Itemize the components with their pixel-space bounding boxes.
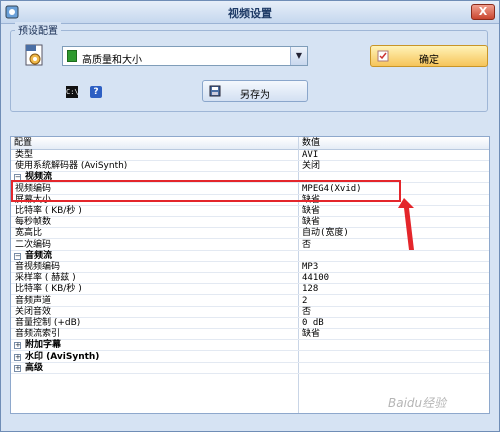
grid-row[interactable]: 采样率 ( 赫兹 ) 44100 [11, 273, 489, 285]
grid-row[interactable]: 使用系统解码器 (AviSynth) 关闭 [11, 161, 489, 173]
grid-row-name: 使用系统解码器 (AviSynth) [15, 161, 128, 172]
grid-row-value[interactable]: 自动(宽度) [302, 228, 349, 239]
grid-section-row[interactable]: + 附加字幕 [11, 340, 489, 352]
preset-icon [67, 50, 77, 62]
avi-file-icon [25, 44, 43, 66]
grid-row[interactable]: 音频声道 2 [11, 296, 489, 307]
grid-row-name: 音频流索引 [15, 329, 61, 340]
grid-row[interactable]: 音量控制 (+dB) 0 dB [11, 318, 489, 329]
save-as-button[interactable]: 另存为 [202, 80, 308, 102]
grid-row-name: 每秒帧数 [15, 217, 52, 228]
grid-row[interactable]: 比特率 ( KB/秒 ) 128 [11, 284, 489, 296]
grid-row-name: 音量控制 (+dB) [15, 318, 81, 328]
grid-section-row[interactable]: − 音频流 [11, 251, 489, 262]
grid-row-name: 附加字幕 [25, 340, 62, 351]
grid-row-name: 采样率 ( 赫兹 ) [15, 273, 76, 284]
grid-row-name: 水印 (AviSynth) [25, 351, 100, 362]
red-arrow-annotation [398, 198, 414, 250]
expand-icon[interactable]: + [14, 342, 21, 350]
grid-row-value[interactable]: AVI [302, 150, 318, 161]
window-title: 视频设置 [228, 7, 272, 20]
grid-row-name: 宽高比 [15, 228, 43, 239]
grid-section-row[interactable]: + 高级 [11, 363, 489, 374]
grid-row[interactable]: 音频流索引 缺省 [11, 329, 489, 341]
column-header-value[interactable]: 数值 [299, 137, 489, 149]
grid-header: 配置 数值 [11, 137, 489, 150]
chevron-down-icon[interactable]: ▼ [290, 47, 307, 65]
preset-legend: 预设配置 [15, 22, 61, 37]
grid-row-value[interactable]: 关闭 [302, 161, 320, 172]
grid-row-name: 比特率 ( KB/秒 ) [15, 284, 82, 295]
grid-row[interactable]: 关闭音效 否 [11, 307, 489, 318]
grid-row-value[interactable]: 缺省 [302, 217, 320, 228]
grid-row-name: 高级 [25, 362, 44, 373]
grid-row-name: 二次编码 [15, 239, 52, 250]
grid-row-value[interactable]: 2 [302, 296, 307, 307]
help-icon[interactable]: ? [90, 86, 102, 98]
grid-row-name: 音频声道 [15, 295, 52, 306]
grid-row-value[interactable]: 缺省 [302, 329, 320, 340]
title-bar[interactable]: 视频设置 X [1, 1, 499, 24]
grid-row-value[interactable]: MP3 [302, 262, 318, 273]
collapse-icon[interactable]: − [14, 252, 21, 260]
grid-row-value[interactable]: 44100 [302, 273, 329, 284]
save-as-label: 另存为 [240, 90, 270, 101]
preset-select[interactable]: 高质量和大小 ▼ [62, 46, 308, 66]
ok-button[interactable]: 确定 [370, 45, 488, 67]
grid-row-value[interactable]: 缺省 [302, 206, 320, 217]
grid-section-row[interactable]: + 水印 (AviSynth) [11, 352, 489, 363]
command-line-icon[interactable]: C:\ [66, 86, 79, 98]
grid-row-value[interactable]: 否 [302, 307, 311, 318]
preset-selected-value: 高质量和大小 [82, 55, 142, 66]
grid-row-name: 音视频编码 [15, 262, 61, 272]
grid-row-name: 关闭音效 [15, 306, 52, 317]
grid-row[interactable]: 音视频编码 MP3 [11, 262, 489, 273]
close-button[interactable]: X [471, 4, 495, 20]
grid-row-value[interactable]: 128 [302, 284, 318, 295]
watermark: Baidu经验 [388, 396, 447, 410]
ok-button-label: 确定 [419, 55, 439, 66]
highlight-box [11, 180, 401, 202]
grid-row-name: 比特率 ( KB/秒 ) [15, 206, 82, 216]
expand-icon[interactable]: + [14, 364, 21, 372]
grid-row-value[interactable]: 0 dB [302, 318, 324, 329]
grid-row-value[interactable]: 否 [302, 240, 311, 251]
grid-row-name: 音频流 [25, 250, 53, 261]
grid-row[interactable]: 类型 AVI [11, 150, 489, 161]
expand-icon[interactable]: + [14, 353, 21, 361]
settings-grid[interactable]: 配置 数值 类型 AVI 使用系统解码器 (AviSynth) 关闭 − 视频流 视频编码 M… [10, 136, 490, 414]
grid-row-name: 类型 [15, 150, 34, 160]
column-header-config[interactable]: 配置 [11, 137, 298, 149]
